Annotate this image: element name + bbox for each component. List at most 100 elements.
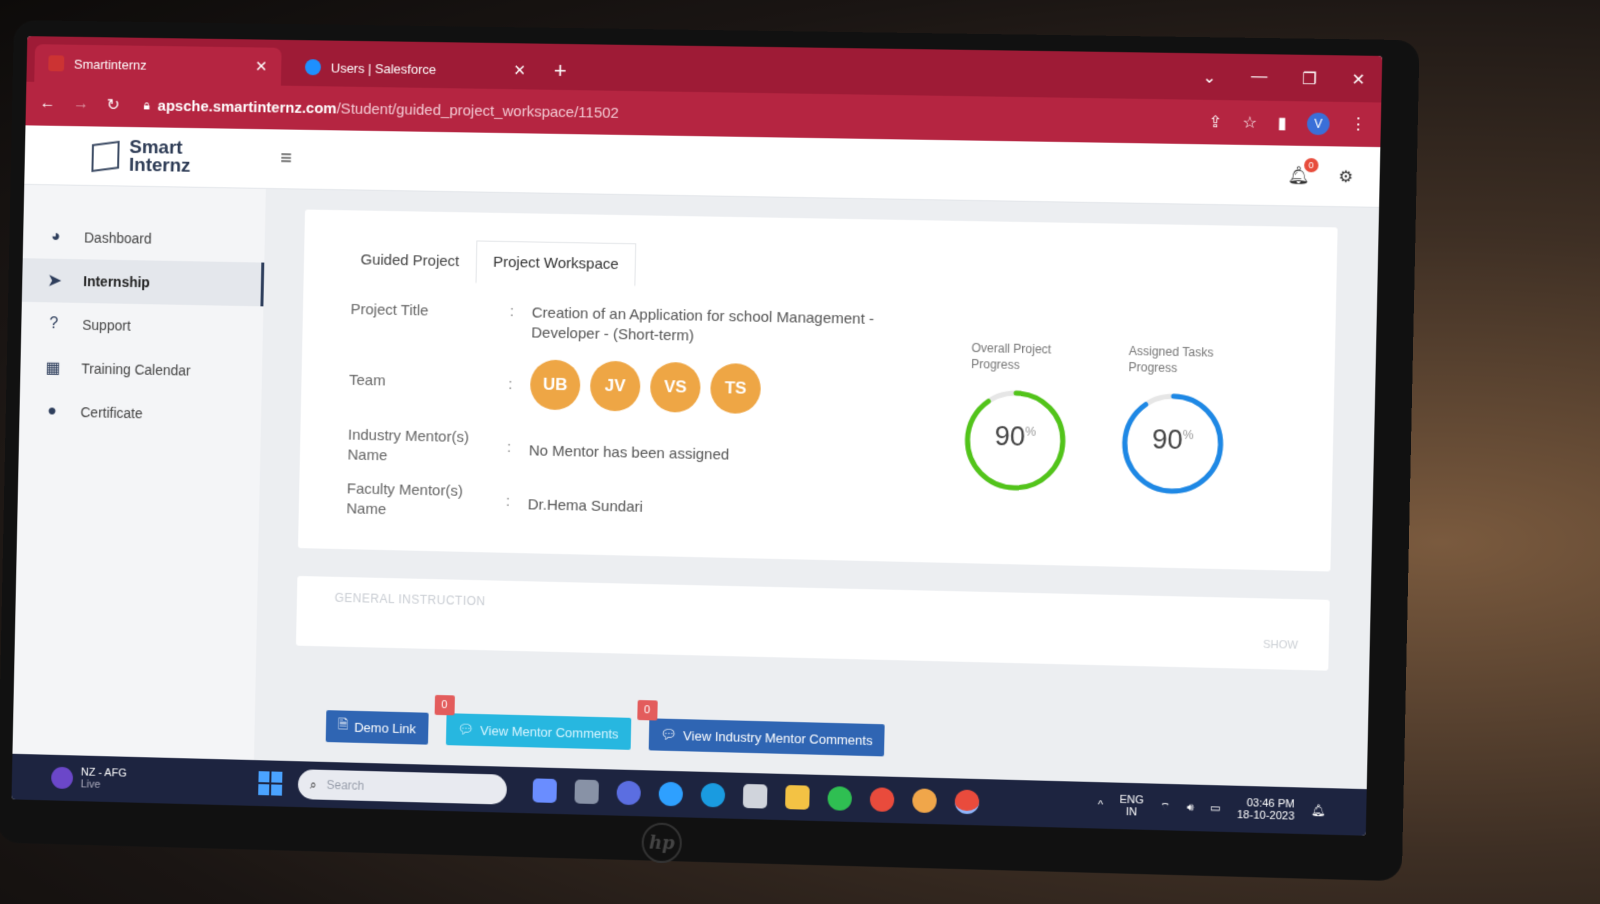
team-label: Team [348,371,386,390]
project-title-value: Creation of an Application for school Ma… [531,304,875,345]
url-path: /Student/guided_project_workspace/11502 [336,99,620,122]
percent-unit: % [1025,424,1037,439]
certificate-icon: ● [47,402,57,420]
assigned-progress-ring: 90% [1118,389,1228,498]
restore-icon[interactable]: ❐ [1302,69,1317,89]
hp-logo-icon: hp [641,822,683,864]
overall-progress-value: 90% [961,420,1069,453]
volume-icon[interactable]: 🔊︎ [1187,802,1194,814]
close-window-icon[interactable]: ✕ [1351,70,1365,90]
back-icon[interactable]: ← [40,95,56,113]
minimize-icon[interactable]: — [1251,68,1268,88]
bookmark-star-icon[interactable]: ☆ [1242,113,1257,133]
widgets-app-icon[interactable] [532,778,557,803]
show-toggle[interactable]: SHOW [1263,639,1298,652]
pinned-apps [532,778,980,815]
window-controls: ⌄ — ❐ ✕ [1202,67,1365,90]
chat-app-icon[interactable] [616,780,641,806]
colon: : [508,375,513,393]
edge-icon[interactable] [700,782,726,808]
button-label: View Mentor Comments [480,722,619,742]
browser-tab-salesforce[interactable]: Users | Salesforce ✕ [291,48,540,90]
chevron-up-icon[interactable]: ^ [1098,799,1104,811]
side-panel-icon[interactable]: ▮ [1277,113,1286,133]
task-view-icon[interactable] [574,779,599,805]
chrome-profile-icon[interactable] [912,788,937,814]
project-title-label: Project Title [350,301,429,320]
close-tab-icon[interactable]: ✕ [513,61,526,79]
profile-avatar[interactable]: V [1306,112,1330,136]
file-icon: 🗎︎ [337,716,349,732]
colon: : [505,492,511,510]
notification-center-icon[interactable]: 🔔︎ [1311,805,1326,818]
action-buttons: 🗎︎ Demo Link 0 💬︎ View Mentor Comments 0… [325,694,886,757]
team-member-avatar[interactable]: JV [589,360,641,412]
sidebar-item-training-calendar[interactable]: ▦ Training Calendar [20,345,262,394]
tab-project-workspace[interactable]: Project Workspace [475,240,637,287]
sidebar-item-support[interactable]: ? Support [21,302,263,350]
button-label: View Industry Mentor Comments [683,727,873,748]
sidebar-item-internship[interactable]: ➤ Internship [21,258,265,307]
team-member-avatar[interactable]: VS [649,361,701,413]
overall-progress-number: 90 [994,420,1026,452]
language-indicator[interactable]: ENG IN [1119,794,1144,819]
taskbar-search-input[interactable]: ⌕ Search [297,769,508,805]
windows-start-icon[interactable] [258,771,283,796]
title-line: Progress [971,356,1020,373]
overall-progress-title: Overall Project Progress [971,340,1095,375]
project-title-row: Project Title : Creation of an Applicati… [350,300,914,351]
view-mentor-comments-button[interactable]: 0 💬︎ View Mentor Comments [434,694,631,750]
overall-progress: Overall Project Progress 90% [960,340,1095,496]
browser-tab-smartinternz[interactable]: Smartinternz ✕ [34,44,282,86]
hamburger-menu-icon[interactable]: ≡ [280,147,292,170]
team-member-avatar[interactable]: UB [529,359,581,411]
new-tab-icon[interactable]: + [554,58,567,84]
assigned-progress-number: 90 [1151,424,1183,456]
sidebar-item-label: Training Calendar [81,360,191,379]
sidebar-item-certificate[interactable]: ● Certificate [19,389,261,438]
weather-line: Live [80,778,101,791]
salesforce-favicon-icon [304,59,322,76]
sidebar-item-label: Certificate [80,404,143,422]
forward-icon[interactable]: → [73,95,89,113]
overall-progress-ring: 90% [960,386,1070,495]
url-host: apsche.smartinternz.com [157,97,337,117]
share-icon[interactable]: ⇪ [1208,112,1222,132]
battery-icon[interactable]: ▭ [1210,802,1221,814]
tab-title: Users | Salesforce [330,59,437,77]
lock-icon: 🔒︎ [143,97,150,112]
store-icon[interactable] [742,783,768,809]
team-members: UB JV VS TS [529,359,762,415]
general-instruction-panel: GENERAL INSTRUCTION SHOW [295,575,1330,671]
weather-widget[interactable]: NZ - AFG Live [12,765,259,795]
settings-gear-icon[interactable]: ⚙ [1338,166,1353,186]
button-label: Demo Link [354,719,417,736]
tab-guided-project[interactable]: Guided Project [343,238,476,283]
chrome-active-icon[interactable] [954,789,980,815]
label-line: Name [346,500,387,519]
view-industry-mentor-comments-button[interactable]: 0 💬︎ View Industry Mentor Comments [636,699,886,757]
industry-mentor-row: Industry Mentor(s) Name : No Mentor has … [347,426,911,478]
file-explorer-icon[interactable] [785,785,810,810]
label-line: Name [347,446,388,465]
assigned-progress-title: Assigned Tasks Progress [1128,343,1253,378]
clock[interactable]: 03:46 PM 18-10-2023 [1237,797,1295,823]
browser-menu-icon[interactable]: ⋮ [1350,114,1367,135]
notification-bell-icon[interactable]: 🔔︎ 0 [1287,157,1319,186]
team-member-avatar[interactable]: TS [709,362,762,415]
wifi-icon[interactable]: ⌔ [1160,801,1171,813]
system-tray: ^ ENG IN ⌔ 🔊︎ ▭ 03:46 PM 18-10-2023 🔔︎ [1098,793,1367,824]
brand-logo[interactable]: Smart Internz [25,136,267,177]
calendar-icon: ▦ [45,359,61,377]
chrome-icon[interactable] [869,787,895,812]
paper-plane-icon: ➤ [47,272,62,290]
whatsapp-icon[interactable] [827,786,853,811]
close-tab-icon[interactable]: ✕ [255,57,268,75]
sidebar-item-dashboard[interactable]: ◕ Dashboard [23,215,265,263]
browser-app-icon[interactable] [658,781,684,807]
tab-search-icon[interactable]: ⌄ [1202,67,1216,87]
demo-link-button[interactable]: 🗎︎ Demo Link [325,710,429,745]
reload-icon[interactable]: ↻ [106,95,120,115]
industry-mentor-value: No Mentor has been assigned [528,442,730,464]
assigned-progress-value: 90% [1118,423,1227,457]
